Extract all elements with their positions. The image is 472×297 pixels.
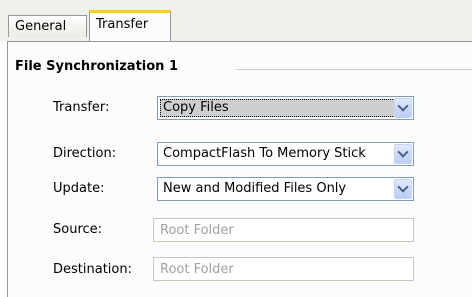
chevron-down-icon[interactable]	[394, 98, 412, 118]
transfer-select-value: Copy Files	[160, 99, 403, 117]
update-label: Update:	[53, 181, 105, 196]
chevron-down-icon[interactable]	[394, 144, 412, 164]
chevron-down-icon[interactable]	[394, 179, 412, 199]
source-field[interactable]	[153, 218, 414, 242]
direction-select[interactable]: CompactFlash To Memory Stick	[157, 142, 414, 166]
direction-label: Direction:	[53, 146, 117, 161]
transfer-label: Transfer:	[53, 100, 110, 115]
tab-general[interactable]: General	[8, 15, 87, 37]
destination-field[interactable]	[153, 257, 414, 281]
transfer-select[interactable]: Copy Files	[157, 96, 414, 120]
update-select-value: New and Modified Files Only	[163, 181, 347, 196]
group-divider	[236, 69, 472, 70]
group-title: File Synchronization 1	[15, 59, 179, 74]
update-select[interactable]: New and Modified Files Only	[157, 177, 414, 201]
tab-transfer[interactable]: Transfer	[89, 10, 171, 42]
direction-select-value: CompactFlash To Memory Stick	[163, 146, 366, 161]
destination-label: Destination:	[53, 262, 132, 277]
tab-strip: General Transfer	[0, 0, 472, 42]
source-label: Source:	[53, 222, 103, 237]
